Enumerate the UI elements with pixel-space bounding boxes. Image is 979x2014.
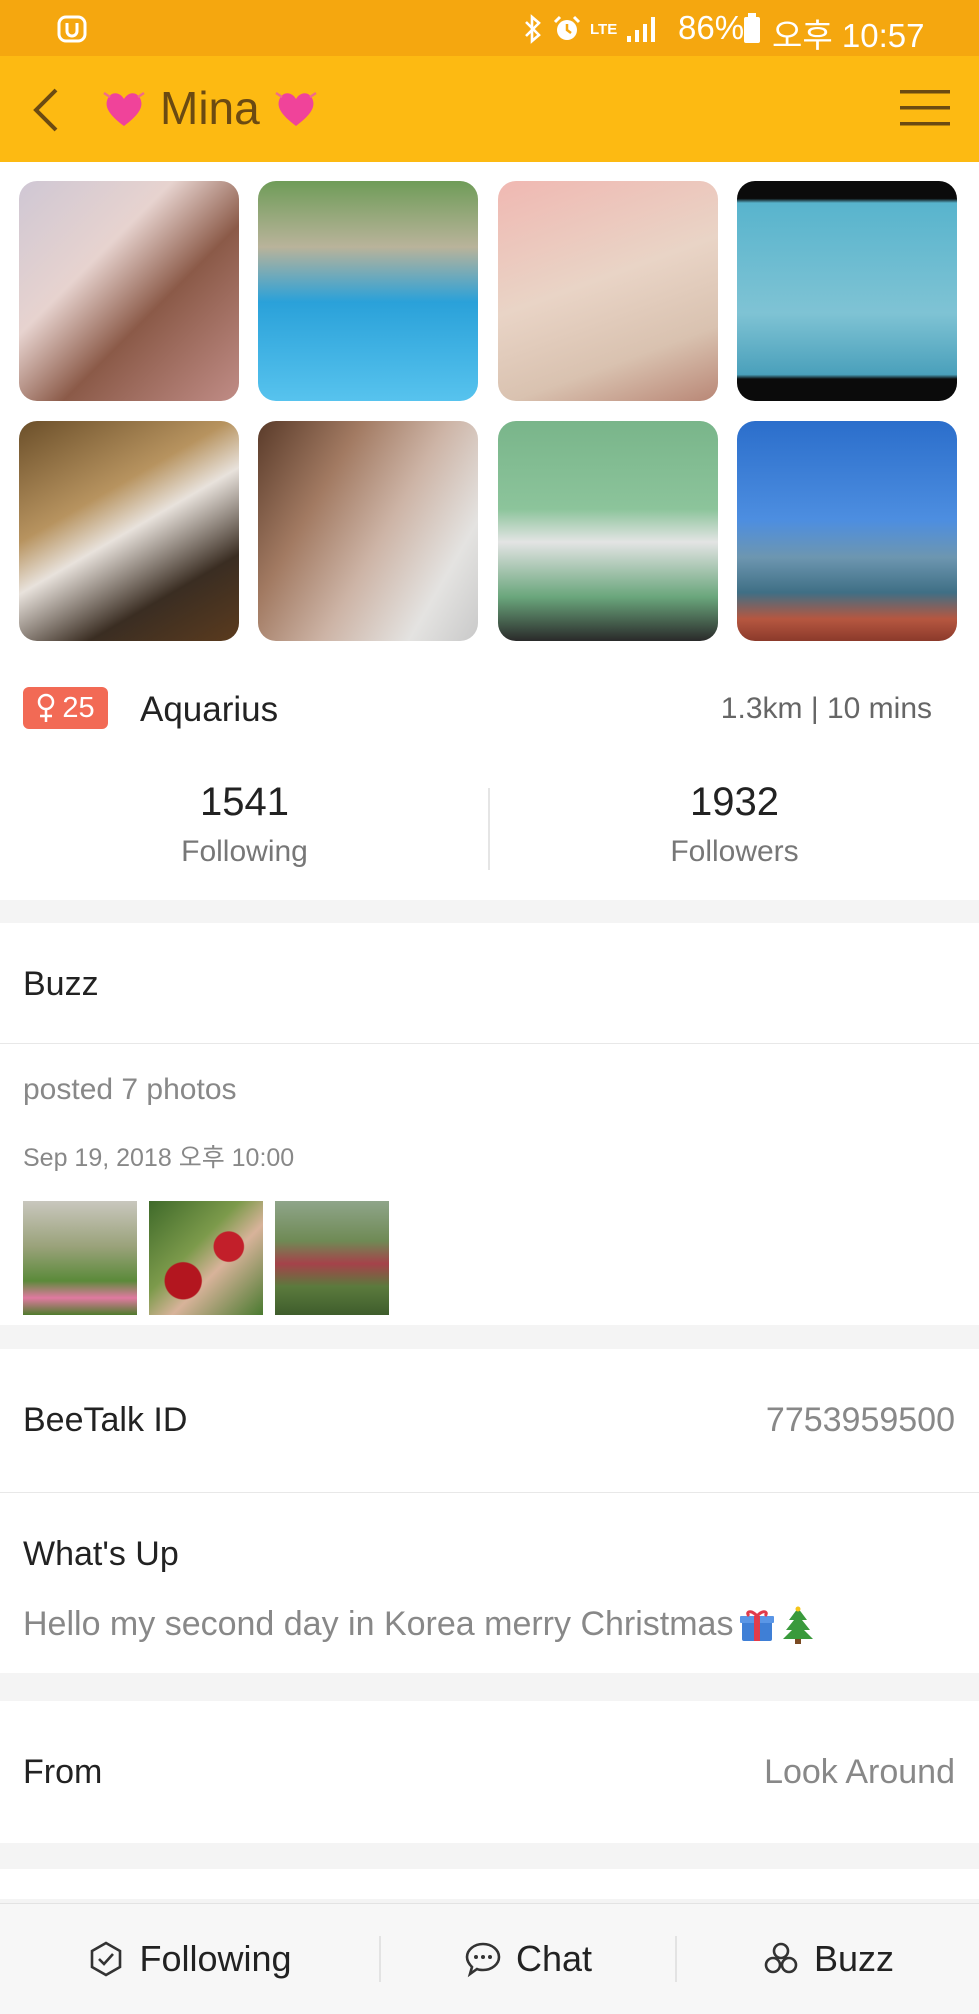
followers-stat[interactable]: 1932 Followers	[490, 780, 979, 869]
section-stub	[0, 1869, 979, 1899]
christmas-tree-icon	[783, 1606, 814, 1644]
battery-icon	[744, 13, 760, 43]
heart-icon	[275, 91, 317, 126]
chat-bubble-icon	[465, 1942, 501, 1978]
signal-icon	[627, 17, 656, 42]
buzz-icon	[764, 1942, 798, 1974]
age-badge: 25	[23, 687, 108, 729]
lte-indicator: LTE	[590, 20, 618, 38]
beetalk-id-value: 7753959500	[765, 1401, 955, 1439]
alarm-icon	[553, 15, 581, 40]
gallery-photo[interactable]	[498, 421, 718, 641]
whats-up-row: Hello my second day in Korea merry Chris…	[23, 1605, 815, 1644]
buzz-button-label: Buzz	[813, 1938, 895, 1979]
photo-gallery	[0, 162, 979, 660]
from-section: From Look Around	[0, 1701, 979, 1843]
whats-up-text: Hello my second day in Korea merry Chris…	[23, 1605, 734, 1643]
divider	[0, 1043, 979, 1044]
gift-icon	[740, 1609, 775, 1641]
followers-count: 1932	[690, 780, 779, 824]
title-wrap: Mina	[100, 78, 320, 138]
follow-check-icon	[91, 1941, 122, 1977]
app-notification-icon	[57, 15, 87, 43]
battery-percent: 86%	[678, 9, 745, 46]
bottom-action-bar: Following Chat Buzz	[0, 1903, 979, 2014]
beetalk-id-label: BeeTalk ID	[23, 1401, 188, 1439]
from-value: Look Around	[764, 1753, 955, 1791]
buzz-post-date: Sep 19, 2018 오후 10:00	[23, 1144, 295, 1172]
buzz-button[interactable]: Buzz	[677, 1904, 979, 2014]
details-section: BeeTalk ID 7753959500 What's Up Hello my…	[0, 1349, 979, 1673]
buzz-section[interactable]: Buzz posted 7 photos Sep 19, 2018 오후 10:…	[0, 923, 979, 1325]
following-count: 1541	[200, 780, 289, 824]
chat-button[interactable]: Chat	[381, 1904, 675, 2014]
divider	[0, 1492, 979, 1493]
from-label: From	[23, 1753, 103, 1791]
buzz-thumbnail[interactable]	[275, 1201, 389, 1315]
following-label: Following	[181, 835, 308, 868]
heart-icon	[103, 91, 145, 126]
age-value: 25	[62, 691, 95, 724]
distance-time: 1.3km | 10 mins	[720, 692, 932, 725]
gallery-photo[interactable]	[737, 181, 957, 401]
following-button-label: Following	[139, 1938, 292, 1979]
following-button[interactable]: Following	[0, 1904, 379, 2014]
bluetooth-icon	[525, 14, 541, 44]
zodiac-sign: Aquarius	[140, 690, 279, 729]
clock: 오후 10:57	[772, 17, 925, 54]
buzz-thumbnail[interactable]	[23, 1201, 137, 1315]
page-title: Mina	[160, 82, 260, 134]
buzz-section-title: Buzz	[23, 965, 99, 1003]
gallery-photo[interactable]	[498, 181, 718, 401]
following-stat[interactable]: 1541 Following	[0, 780, 489, 869]
whats-up-label: What's Up	[23, 1535, 179, 1573]
gallery-photo[interactable]	[737, 421, 957, 641]
gallery-photo[interactable]	[258, 421, 478, 641]
profile-header: Mina	[0, 56, 979, 162]
buzz-thumbnail[interactable]	[149, 1201, 263, 1315]
buzz-post-text: posted 7 photos	[23, 1073, 237, 1106]
female-icon	[38, 693, 55, 722]
menu-icon[interactable]	[900, 88, 950, 128]
status-bar: LTE 86% 오후 10:57	[0, 0, 979, 56]
back-arrow-icon[interactable]	[28, 86, 64, 134]
gallery-photo[interactable]	[258, 181, 478, 401]
profile-info: 25 Aquarius 1.3km | 10 mins 1541 Followi…	[0, 660, 979, 900]
chat-button-label: Chat	[515, 1938, 593, 1979]
followers-label: Followers	[670, 835, 799, 868]
gallery-photo[interactable]	[19, 181, 239, 401]
gallery-photo[interactable]	[19, 421, 239, 641]
